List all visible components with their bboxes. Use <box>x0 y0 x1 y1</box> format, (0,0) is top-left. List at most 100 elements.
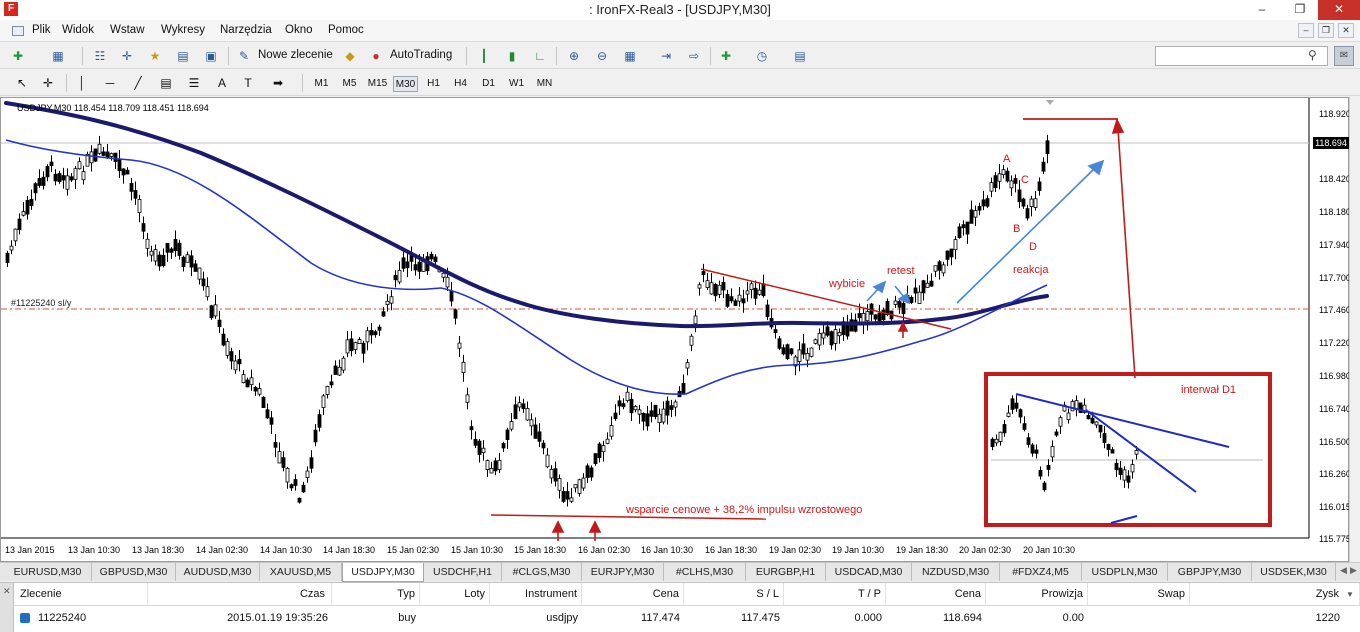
tab-usdpln[interactable]: USDPLN,M30 <box>1082 563 1168 581</box>
arrows-icon[interactable]: ➡ <box>268 74 288 92</box>
terminal-icon[interactable]: ▤ <box>173 47 193 65</box>
mdi-minimize-button[interactable]: – <box>1298 23 1314 38</box>
indicators-icon[interactable]: ✚ <box>716 47 736 65</box>
zoom-in-icon[interactable]: ⊕ <box>564 47 584 65</box>
text-label-icon[interactable]: T <box>238 74 258 92</box>
tab-eurgbp[interactable]: EURGBP,H1 <box>746 563 826 581</box>
timeframe-m5[interactable]: M5 <box>337 76 362 92</box>
timeframe-h1[interactable]: H1 <box>421 76 446 92</box>
col-header-current-price[interactable]: Cena <box>886 583 986 606</box>
chart-canvas[interactable] <box>1 98 1348 561</box>
menu-plik[interactable]: Plik <box>32 24 51 36</box>
candle-body <box>617 400 622 407</box>
tab-clgs[interactable]: #CLGS,M30 <box>502 563 582 581</box>
tab-usdchf[interactable]: USDCHF,H1 <box>424 563 502 581</box>
tab-usdcad[interactable]: USDCAD,M30 <box>826 563 912 581</box>
search-icon[interactable]: ⚲ <box>1308 48 1322 62</box>
cursor-icon[interactable]: ↖ <box>12 74 32 92</box>
col-header-instrument[interactable]: Instrument <box>490 583 582 606</box>
col-header-price[interactable]: Cena <box>582 583 684 606</box>
new-order-button[interactable]: Nowe zlecenie <box>258 49 333 61</box>
col-header-order[interactable]: Zlecenie <box>14 583 148 606</box>
profiles-icon[interactable]: ▦ <box>48 47 68 65</box>
timeframe-m1[interactable]: M1 <box>309 76 334 92</box>
menu-pomoc[interactable]: Pomoc <box>328 24 364 36</box>
col-header-profit[interactable]: Zysk <box>1190 583 1360 606</box>
tab-usdjpy[interactable]: USDJPY,M30 <box>342 563 424 582</box>
tile-windows-icon[interactable]: ▦ <box>620 47 640 65</box>
timeframe-d1[interactable]: D1 <box>476 76 501 92</box>
vertical-line-icon[interactable]: │ <box>72 74 92 92</box>
timeframe-m30[interactable]: M30 <box>393 76 418 92</box>
data-window-icon[interactable]: ✛ <box>117 47 137 65</box>
tab-audusd[interactable]: AUDUSD,M30 <box>176 563 260 581</box>
tab-xauusd[interactable]: XAUUSD,M5 <box>260 563 342 581</box>
fibonacci-icon[interactable]: ☰ <box>184 74 204 92</box>
minimize-button[interactable]: – <box>1248 0 1276 20</box>
tab-usdsek[interactable]: USDSEK,M30 <box>1252 563 1336 581</box>
sort-icon[interactable]: ▼ <box>1346 590 1354 599</box>
search-input[interactable] <box>1155 46 1328 66</box>
col-header-tp[interactable]: T / P <box>784 583 886 606</box>
close-button[interactable]: ✕ <box>1318 0 1360 20</box>
new-order-icon[interactable]: ✎ <box>234 47 254 65</box>
document-icon[interactable] <box>12 26 24 36</box>
menu-wstaw[interactable]: Wstaw <box>110 24 145 36</box>
tab-gbpjpy[interactable]: GBPJPY,M30 <box>1168 563 1252 581</box>
market-watch-icon[interactable]: ☷ <box>90 47 110 65</box>
strategy-tester-icon[interactable]: ▣ <box>201 47 221 65</box>
tab-eurusd[interactable]: EURUSD,M30 <box>4 563 92 581</box>
chart-info-label: USDJPY,M30 118.454 118.709 118.451 118.6… <box>17 103 209 113</box>
candlestick-icon[interactable]: ▮ <box>502 47 522 65</box>
navigator-icon[interactable]: ★ <box>145 47 165 65</box>
autoscroll-icon[interactable]: ⇨ <box>684 47 704 65</box>
timeframe-m15[interactable]: M15 <box>365 76 390 92</box>
autotrading-button[interactable]: AutoTrading <box>390 49 452 61</box>
mdi-restore-button[interactable]: ❐ <box>1318 23 1334 38</box>
tab-nzdusd[interactable]: NZDUSD,M30 <box>912 563 1000 581</box>
text-icon[interactable]: A <box>212 74 232 92</box>
menu-okno[interactable]: Okno <box>285 24 313 36</box>
col-header-lots[interactable]: Loty <box>420 583 490 606</box>
timeframe-w1[interactable]: W1 <box>504 76 529 92</box>
chat-icon[interactable]: ✉ <box>1334 46 1354 66</box>
line-chart-icon[interactable]: ∟ <box>530 47 550 65</box>
tab-clhs[interactable]: #CLHS,M30 <box>664 563 746 581</box>
maximize-button[interactable]: ❐ <box>1286 0 1314 20</box>
bar-chart-icon[interactable]: ┃ <box>474 47 494 65</box>
trendline-icon[interactable]: ╱ <box>128 74 148 92</box>
menu-narzedzia[interactable]: Narzędzia <box>220 24 272 36</box>
mdi-close-button[interactable]: ✕ <box>1338 23 1354 38</box>
col-header-time[interactable]: Czas <box>148 583 332 606</box>
horizontal-line-icon[interactable]: ─ <box>100 74 120 92</box>
tab-scroll-right-icon[interactable]: ▶ <box>1350 565 1357 576</box>
crosshair-icon[interactable]: ✛ <box>38 74 58 92</box>
tab-fdxz4[interactable]: #FDXZ4,M5 <box>1000 563 1082 581</box>
candle-body <box>321 395 326 409</box>
menu-wykresy[interactable]: Wykresy <box>161 24 205 36</box>
price-chart[interactable]: USDJPY,M30 118.454 118.709 118.451 118.6… <box>0 97 1351 562</box>
close-icon[interactable]: ✕ <box>3 586 11 597</box>
timeframe-h4[interactable]: H4 <box>448 76 473 92</box>
tab-eurjpy[interactable]: EURJPY,M30 <box>582 563 664 581</box>
col-header-commission[interactable]: Prowizja <box>986 583 1088 606</box>
tab-gbpusd[interactable]: GBPUSD,M30 <box>92 563 176 581</box>
new-chart-icon[interactable]: ✚ <box>8 47 28 65</box>
col-header-swap[interactable]: Swap <box>1088 583 1190 606</box>
zoom-out-icon[interactable]: ⊖ <box>592 47 612 65</box>
chart-scrollbar[interactable] <box>1349 97 1360 562</box>
order-id[interactable]: 11225240 <box>38 608 148 628</box>
tab-scroll-left-icon[interactable]: ◀ <box>1340 565 1347 576</box>
periods-icon[interactable]: ◷ <box>752 47 772 65</box>
templates-icon[interactable]: ▤ <box>790 47 810 65</box>
timeframe-mn[interactable]: MN <box>532 76 557 92</box>
col-header-sl[interactable]: S / L <box>684 583 784 606</box>
candle-body <box>1038 470 1043 477</box>
channel-icon[interactable]: ▤ <box>156 74 176 92</box>
metaeditor-icon[interactable]: ◆ <box>340 47 360 65</box>
candle-body <box>581 477 586 489</box>
autotrading-icon[interactable]: ● <box>366 47 386 65</box>
col-header-type[interactable]: Typ <box>332 583 420 606</box>
chart-shift-icon[interactable]: ⇥ <box>656 47 676 65</box>
menu-widok[interactable]: Widok <box>62 24 94 36</box>
